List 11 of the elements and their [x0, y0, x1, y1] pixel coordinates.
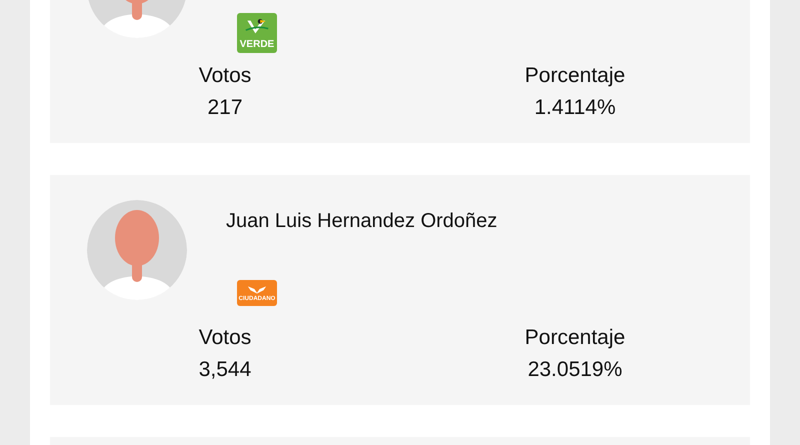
votes-label: Votos: [198, 325, 252, 351]
votes-label: Votos: [198, 63, 252, 89]
candidate-name: Juan Luis Hernandez Ordoñez: [226, 210, 498, 233]
votes-value: 3,544: [198, 357, 252, 383]
percent-label: Porcentaje: [524, 325, 626, 351]
avatar-icon: [87, 200, 187, 300]
percent-label: Porcentaje: [524, 63, 626, 89]
percent-value: 23.0519%: [528, 357, 622, 383]
percent-value: 1.4114%: [534, 95, 616, 121]
votes-value: 217: [207, 95, 243, 121]
party-logo: VERDE: [237, 13, 277, 53]
